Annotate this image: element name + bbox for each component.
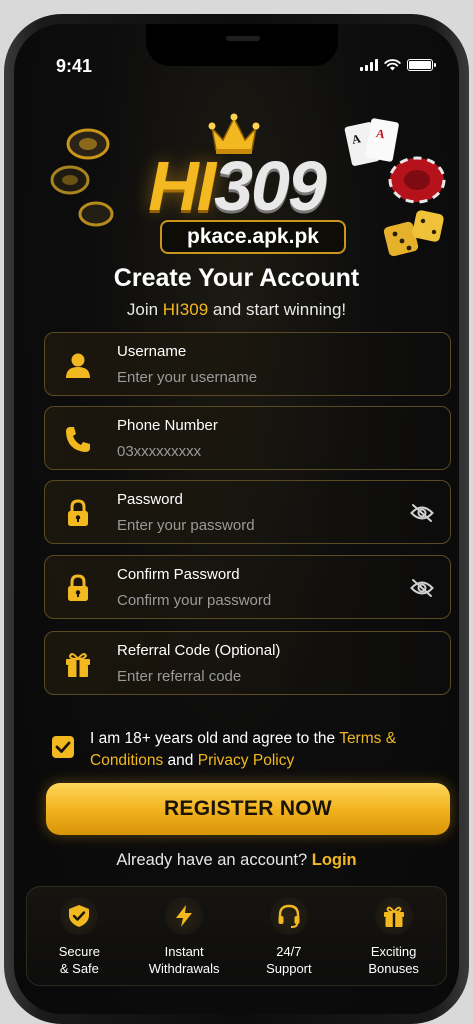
privacy-policy-link[interactable]: Privacy Policy xyxy=(198,752,294,769)
feature-secure-safe: Secure & Safe xyxy=(27,887,132,985)
domain-badge: pkace.apk.pk xyxy=(160,220,346,254)
phone-icon xyxy=(66,427,90,452)
confirm-password-input[interactable] xyxy=(117,588,397,612)
lock-icon xyxy=(68,574,88,601)
feature-instant-withdrawals: Instant Withdrawals xyxy=(132,887,237,985)
referral-label: Referral Code (Optional) xyxy=(117,642,281,659)
username-field[interactable]: Username xyxy=(44,332,451,396)
feature-support: 24/7 Support xyxy=(237,887,342,985)
page-subtitle: Join HI309 and start winning! xyxy=(126,300,347,319)
wifi-icon xyxy=(384,59,401,71)
phone-frame: 9:41 A A HI309 pkace.apk.pk Create Your … xyxy=(4,14,469,1024)
eye-off-icon[interactable] xyxy=(410,503,434,523)
lightning-icon xyxy=(176,905,193,927)
phone-input[interactable] xyxy=(117,439,397,463)
gift-icon xyxy=(66,653,90,677)
features-bar: Secure & Safe Instant Withdrawals 24/7 S… xyxy=(26,886,447,986)
password-label: Password xyxy=(117,491,183,508)
checkmark-icon xyxy=(55,741,71,753)
page-title: Create Your Account xyxy=(113,264,360,292)
status-bar: 9:41 xyxy=(14,24,459,84)
cellular-signal-icon xyxy=(360,59,378,71)
brand-header: A A HI309 pkace.apk.pk xyxy=(14,94,459,274)
brand-logo: HI309 xyxy=(148,147,327,225)
lock-icon xyxy=(68,499,88,526)
feature-bonuses: Exciting Bonuses xyxy=(341,887,446,985)
referral-field[interactable]: Referral Code (Optional) xyxy=(44,631,451,695)
login-link[interactable]: Login xyxy=(312,851,357,869)
confirm-password-label: Confirm Password xyxy=(117,566,240,583)
terms-text: I am 18+ years old and agree to the Term… xyxy=(90,730,397,769)
status-time: 9:41 xyxy=(56,56,93,76)
status-icons xyxy=(360,59,436,71)
age-terms-checkbox[interactable] xyxy=(52,736,74,758)
login-prompt: Already have an account? Login xyxy=(116,851,357,869)
password-field[interactable]: Password xyxy=(44,480,451,544)
app-screen: 9:41 A A HI309 pkace.apk.pk Create Your … xyxy=(14,24,459,1014)
phone-label: Phone Number xyxy=(117,417,218,434)
notch xyxy=(146,24,338,66)
phone-field[interactable]: Phone Number xyxy=(44,406,451,470)
user-icon xyxy=(66,353,90,378)
password-input[interactable] xyxy=(117,513,397,537)
battery-icon xyxy=(407,59,436,71)
referral-input[interactable] xyxy=(117,664,397,688)
eye-off-icon[interactable] xyxy=(410,578,434,598)
register-button[interactable]: REGISTER NOW xyxy=(46,783,450,835)
username-input[interactable] xyxy=(117,365,397,389)
gift-icon xyxy=(383,906,404,927)
shield-check-icon xyxy=(69,905,90,927)
headset-icon xyxy=(278,904,300,928)
username-label: Username xyxy=(117,343,187,360)
confirm-password-field[interactable]: Confirm Password xyxy=(44,555,451,619)
